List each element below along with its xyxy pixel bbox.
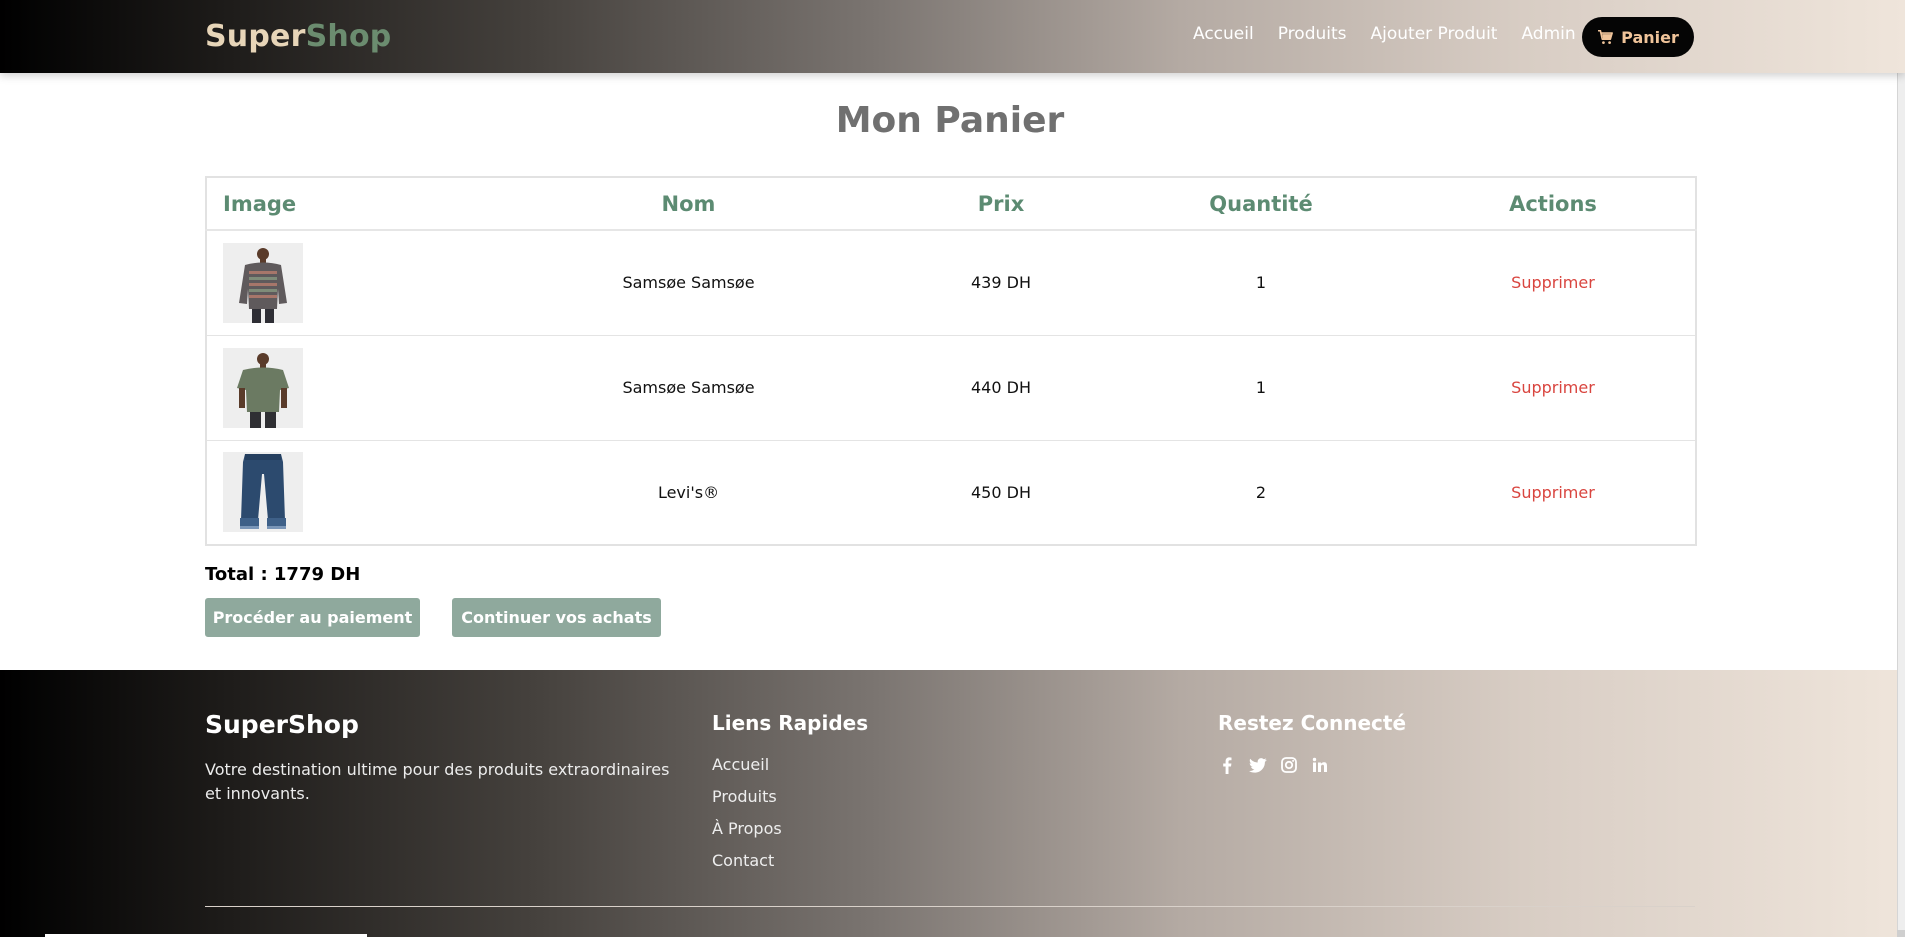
footer-brand: SuperShop (205, 710, 359, 739)
cart-button-label: Panier (1621, 27, 1679, 47)
product-quantity: 1 (1111, 230, 1411, 336)
product-name: Samsøe Samsøe (486, 335, 891, 441)
delete-link[interactable]: Supprimer (1511, 378, 1595, 397)
cart-button[interactable]: Panier (1582, 17, 1694, 57)
column-header-nom: Nom (486, 177, 891, 231)
nav-link-admin[interactable]: Admin (1521, 24, 1575, 44)
vertical-scrollbar[interactable] (1897, 0, 1905, 937)
shopping-cart-icon (1598, 29, 1614, 44)
product-image-cell (206, 440, 486, 545)
footer: SuperShop Votre destination ultime pour … (0, 670, 1905, 937)
cart-total: Total : 1779 DH (205, 564, 361, 585)
quick-links-heading: Liens Rapides (712, 711, 869, 735)
column-header-actions: Actions (1411, 177, 1696, 231)
product-name: Samsøe Samsøe (486, 230, 891, 336)
column-header-prix: Prix (891, 177, 1111, 231)
product-price: 440 DH (891, 335, 1111, 441)
nav-link-accueil[interactable]: Accueil (1193, 24, 1254, 44)
delete-link[interactable]: Supprimer (1511, 273, 1595, 292)
actions-cell: Supprimer (1411, 440, 1696, 545)
column-header-quantite: Quantité (1111, 177, 1411, 231)
product-price: 439 DH (891, 230, 1111, 336)
page-title: Mon Panier (835, 100, 1065, 141)
brand-part-super: Super (205, 19, 306, 54)
navbar: SuperShop Accueil Produits Ajouter Produ… (0, 0, 1905, 73)
product-image-cell (206, 335, 486, 441)
checkout-button[interactable]: Procéder au paiement (205, 598, 420, 637)
product-image-tshirt (223, 347, 303, 428)
table-row: Levi's® 450 DH 2 Supprimer (206, 440, 1696, 545)
product-image-jeans (223, 452, 303, 533)
continue-shopping-button[interactable]: Continuer vos achats (452, 598, 661, 637)
cart-table: Image Nom Prix Quantité Actions Samsøe S… (205, 176, 1697, 546)
table-row: Samsøe Samsøe 439 DH 1 Supprimer (206, 230, 1696, 336)
social-links (1218, 756, 1329, 774)
brand-part-shop: Shop (305, 19, 392, 54)
product-name: Levi's® (657, 482, 720, 502)
nav-link-ajouter-produit[interactable]: Ajouter Produit (1371, 24, 1498, 44)
footer-link-a-propos[interactable]: À Propos (712, 819, 782, 851)
quick-links-list: Accueil Produits À Propos Contact (712, 755, 782, 883)
product-quantity: 2 (1255, 482, 1267, 502)
product-image-cell (206, 230, 486, 336)
delete-link[interactable]: Supprimer (1511, 483, 1595, 502)
product-image-sweater (223, 242, 303, 323)
column-header-image: Image (206, 177, 486, 231)
product-price: 450 DH (971, 482, 1031, 502)
scrollbar-thumb[interactable] (1897, 0, 1905, 930)
actions-cell: Supprimer (1411, 230, 1696, 336)
table-row: Samsøe Samsøe 440 DH 1 Supprimer (206, 335, 1696, 441)
actions-cell: Supprimer (1411, 335, 1696, 441)
facebook-icon[interactable] (1218, 756, 1236, 774)
twitter-icon[interactable] (1249, 756, 1267, 774)
table-header-row: Image Nom Prix Quantité Actions (206, 177, 1696, 231)
stay-connected-heading: Restez Connecté (1218, 711, 1407, 735)
footer-divider (205, 906, 1695, 907)
brand-logo[interactable]: SuperShop (205, 19, 391, 54)
linkedin-icon[interactable] (1311, 756, 1329, 774)
footer-link-accueil[interactable]: Accueil (712, 755, 782, 787)
nav-link-produits[interactable]: Produits (1278, 24, 1347, 44)
footer-link-produits[interactable]: Produits (712, 787, 782, 819)
product-quantity: 1 (1111, 335, 1411, 441)
footer-description: Votre destination ultime pour des produi… (205, 760, 670, 803)
nav-links: Accueil Produits Ajouter Produit Admin (1193, 24, 1576, 44)
footer-link-contact[interactable]: Contact (712, 851, 782, 883)
instagram-icon[interactable] (1280, 756, 1298, 774)
